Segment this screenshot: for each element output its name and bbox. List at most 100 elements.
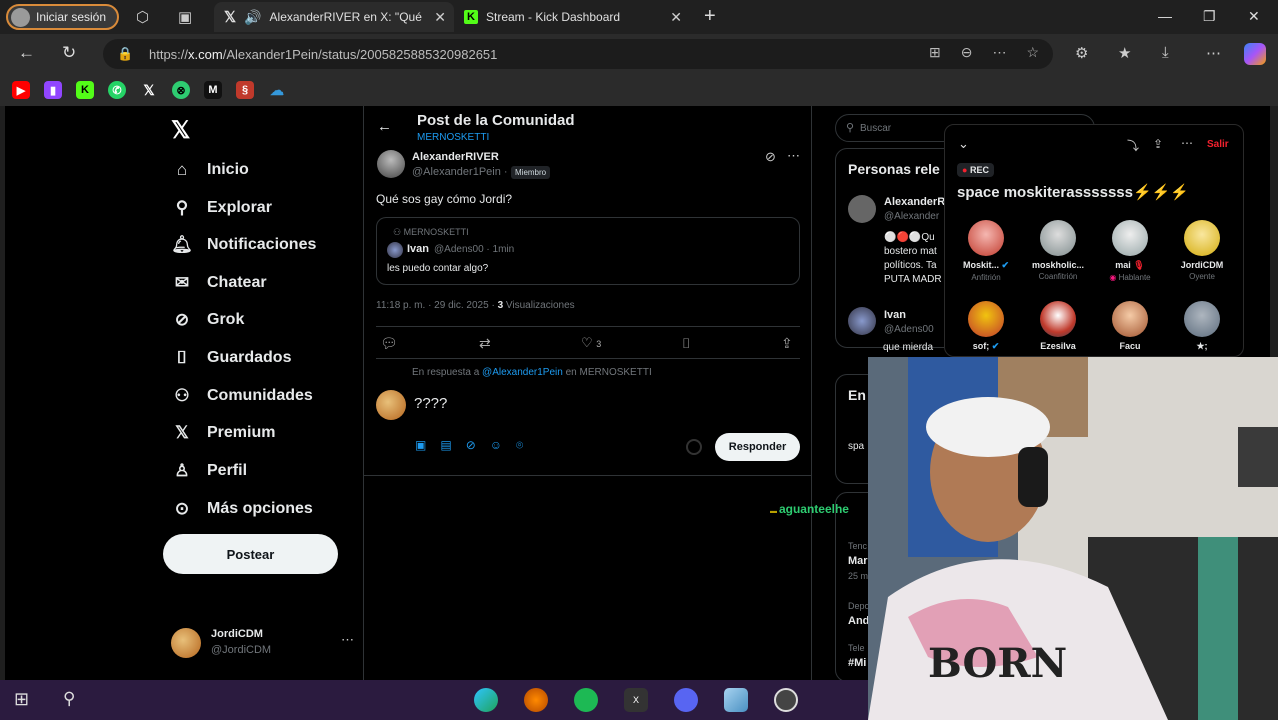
speaker[interactable]: Moskit... ✔ Anfitrión: [955, 220, 1017, 282]
tab-actions-icon[interactable]: ▣: [178, 8, 192, 26]
image-icon[interactable]: ▣: [415, 438, 426, 453]
spotify-icon[interactable]: [574, 688, 598, 712]
nav-mas-opciones[interactable]: ⊙ Más opciones: [171, 499, 313, 519]
back-arrow-icon[interactable]: ←: [377, 118, 392, 135]
exit-button[interactable]: Salir: [1207, 139, 1229, 150]
back-icon[interactable]: ←: [18, 43, 35, 63]
trend-name[interactable]: #Mi: [848, 657, 866, 669]
nav-premium[interactable]: 𝕏 Premium: [171, 423, 275, 443]
nav-grok[interactable]: ⊘ Grok: [171, 310, 244, 330]
minimize-space-icon[interactable]: ⤵: [1127, 137, 1139, 154]
minimize-icon[interactable]: —: [1158, 8, 1172, 24]
nav-chatear[interactable]: ✉ Chatear: [171, 273, 267, 293]
apps-icon[interactable]: ⊞: [929, 44, 941, 61]
tab-kick-dashboard[interactable]: K Stream - Kick Dashboard ✕: [454, 2, 690, 32]
youtube-icon[interactable]: ▶: [12, 81, 30, 99]
speaker[interactable]: Ezesilva: [1027, 301, 1089, 351]
nav-comunidades[interactable]: ⚇ Comunidades: [171, 386, 312, 406]
new-tab-icon[interactable]: +: [704, 5, 716, 28]
reply-icon[interactable]: 💬︎: [380, 335, 398, 352]
post-button[interactable]: Postear: [163, 534, 338, 574]
post-more-icon[interactable]: ⋯: [787, 148, 800, 164]
tab-x-post[interactable]: 𝕏 🔊 AlexanderRIVER en X: "Qué ✕: [214, 2, 454, 32]
windows-start-icon[interactable]: ⊞: [14, 689, 29, 710]
more-icon[interactable]: ⋯: [341, 632, 354, 648]
twitch-icon[interactable]: ▮: [44, 81, 62, 99]
speaker-avatar: [1040, 301, 1076, 337]
collapse-icon[interactable]: ⌄: [958, 136, 969, 152]
downloads-icon[interactable]: ⤓: [1162, 44, 1169, 61]
nav-guardados[interactable]: ⌷ Guardados: [171, 348, 292, 368]
share-icon[interactable]: ⇪: [781, 335, 793, 352]
people-icon: ⚇: [174, 386, 190, 405]
author-name[interactable]: AlexanderRIVER: [412, 151, 499, 163]
close-tab-icon[interactable]: ✕: [434, 9, 446, 26]
xbox-icon[interactable]: ⊗: [172, 81, 190, 99]
speaker[interactable]: moskholic... Coanfitrión: [1027, 220, 1089, 281]
reply-input[interactable]: ????: [414, 395, 447, 412]
share-icon[interactable]: ⇪: [1153, 137, 1163, 151]
repost-icon[interactable]: ⇄: [479, 335, 491, 352]
xsplit-icon[interactable]: X: [624, 688, 648, 712]
close-window-icon[interactable]: ✕: [1248, 8, 1260, 25]
trend-name[interactable]: Mar: [848, 555, 868, 567]
app-icon[interactable]: §: [236, 81, 254, 99]
person-name[interactable]: Ivan: [884, 309, 906, 321]
speaker[interactable]: Facu: [1099, 301, 1161, 351]
emoji-icon[interactable]: ☺: [490, 438, 502, 453]
profile-button[interactable]: Iniciar sesión: [6, 4, 119, 30]
quoted-post[interactable]: ⚇ MERNOSKETTI Ivan @Adens00 · 1min les p…: [376, 217, 800, 285]
x-icon[interactable]: 𝕏: [140, 81, 158, 99]
whatsapp-icon[interactable]: ✆: [108, 81, 126, 99]
obs-icon[interactable]: [774, 688, 798, 712]
like-button[interactable]: ♡ 3: [581, 335, 601, 351]
speaker[interactable]: sof; ✔: [955, 301, 1017, 352]
x-home-logo-icon[interactable]: 𝕏: [171, 116, 190, 145]
search-icon[interactable]: ⚲: [63, 689, 75, 709]
favorites-icon[interactable]: ★: [1118, 44, 1131, 62]
trend-category: Tele: [848, 643, 865, 653]
nav-inicio[interactable]: ⌂ Inicio: [171, 160, 249, 180]
notepad-icon[interactable]: [724, 688, 748, 712]
speaker[interactable]: JordiCDM Oyente: [1171, 220, 1233, 281]
more-icon[interactable]: ⋯: [1181, 136, 1193, 150]
refresh-icon[interactable]: ↻: [62, 43, 76, 63]
quote-author: Ivan: [407, 243, 430, 255]
person-name[interactable]: AlexanderR: [884, 196, 945, 208]
account-switcher[interactable]: JordiCDM @JordiCDM ⋯: [171, 626, 371, 662]
grok-action-icon[interactable]: ⊘: [765, 149, 776, 165]
gif-icon[interactable]: ▤: [440, 438, 451, 453]
bookmark-icon[interactable]: ⌷: [682, 335, 690, 352]
url-field[interactable]: 🔒 https://x.com/Alexander1Pein/status/20…: [103, 39, 1053, 69]
speaker[interactable]: mai 🎙︎ ◉ Hablante: [1099, 220, 1161, 282]
fl-studio-icon[interactable]: [524, 688, 548, 712]
author-handle[interactable]: @Alexander1Pein ·: [412, 166, 508, 178]
edge-icon[interactable]: [474, 688, 498, 712]
nav-perfil[interactable]: ♙ Perfil: [171, 461, 247, 481]
close-tab-icon[interactable]: ✕: [670, 9, 682, 26]
speaker[interactable]: ★;: [1171, 301, 1233, 352]
person-avatar[interactable]: [848, 195, 876, 223]
post-header-community[interactable]: MERNOSKETTI: [417, 132, 489, 143]
more-icon[interactable]: ⋯: [992, 44, 1006, 61]
kick-icon[interactable]: K: [76, 81, 94, 99]
discord-icon[interactable]: [674, 688, 698, 712]
m-icon[interactable]: M: [204, 81, 222, 99]
nav-explorar[interactable]: ⚲ Explorar: [171, 198, 272, 218]
settings-more-icon[interactable]: ⋯: [1206, 44, 1221, 62]
nav-notificaciones[interactable]: 🔔︎ Notificaciones: [171, 235, 316, 255]
workspaces-icon[interactable]: ⬡: [136, 8, 149, 26]
zoom-icon[interactable]: ⊖: [961, 44, 973, 61]
reply-button[interactable]: Responder: [715, 433, 800, 461]
extension-icon[interactable]: ⚙: [1075, 44, 1088, 62]
cloud-icon[interactable]: ☁: [268, 81, 286, 99]
speaker-icon[interactable]: 🔊: [244, 9, 261, 26]
location-icon[interactable]: ⌾: [516, 438, 523, 453]
author-avatar[interactable]: [377, 150, 405, 178]
person-avatar[interactable]: [848, 307, 876, 335]
grok-icon[interactable]: ⊘: [466, 438, 476, 453]
trend-name[interactable]: And: [848, 615, 869, 627]
copilot-icon[interactable]: [1244, 43, 1266, 65]
favorite-star-icon[interactable]: ☆: [1026, 44, 1039, 61]
restore-icon[interactable]: ❐: [1203, 8, 1216, 25]
